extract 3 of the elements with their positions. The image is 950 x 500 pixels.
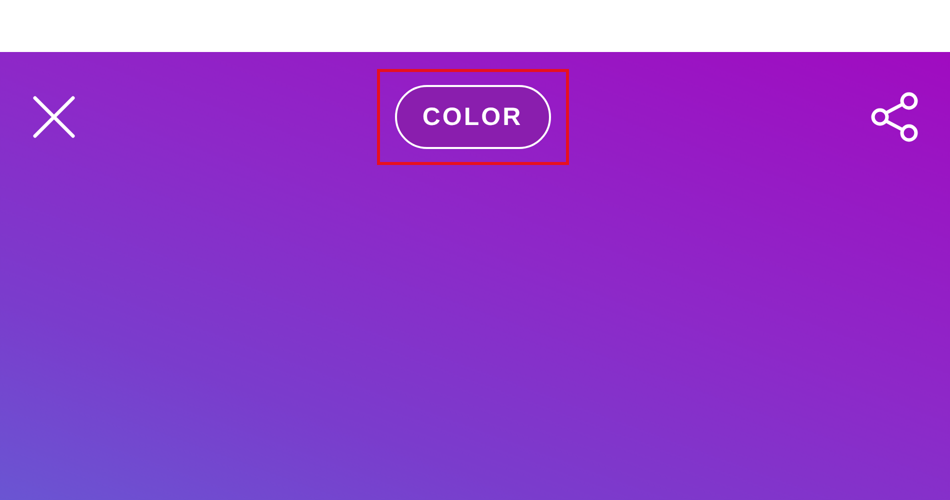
color-mode-button[interactable]: COLOR (394, 85, 550, 149)
close-icon[interactable] (33, 96, 75, 138)
share-icon[interactable] (870, 92, 920, 142)
